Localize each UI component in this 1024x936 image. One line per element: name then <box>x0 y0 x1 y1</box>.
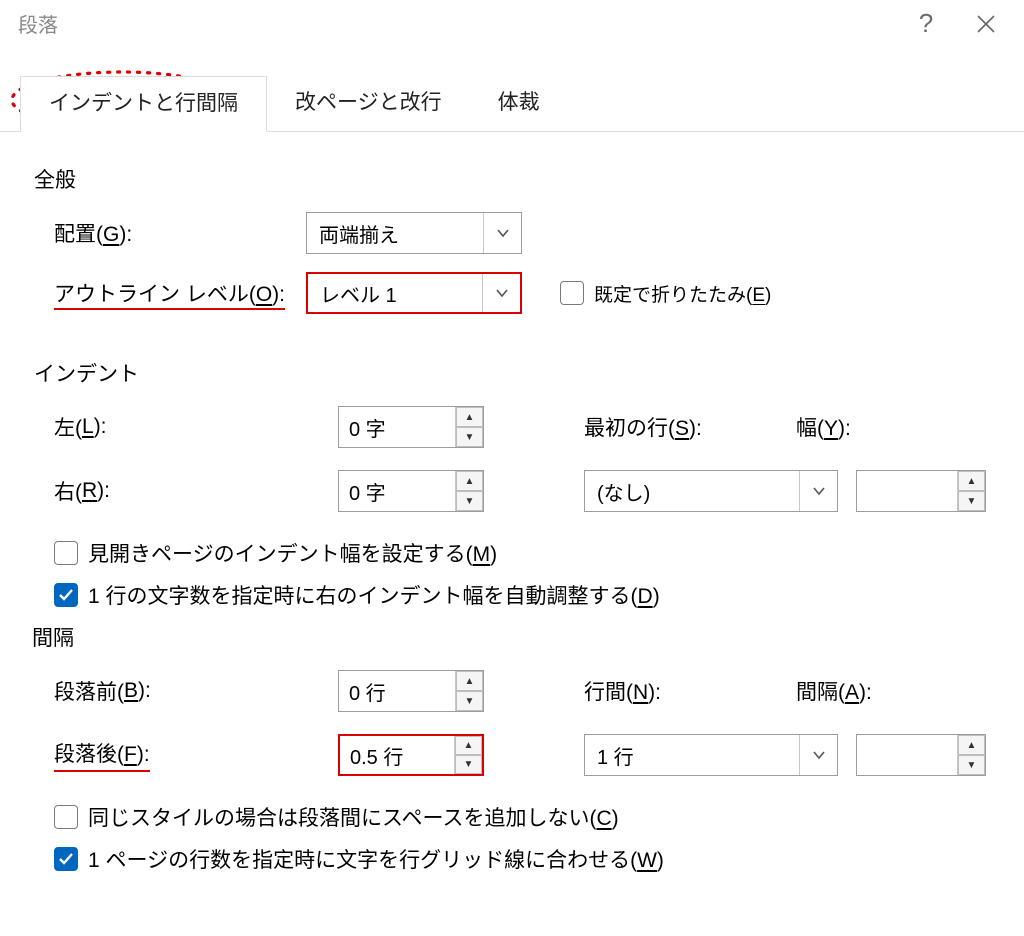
spin-up-icon[interactable]: ▲ <box>456 407 483 427</box>
spin-up-icon[interactable]: ▲ <box>958 735 985 755</box>
spacing-at-label: 間隔(A): <box>758 676 898 706</box>
tab-pagebreak[interactable]: 改ページと改行 <box>267 76 470 131</box>
indent-right-label: 右(R): <box>34 476 338 506</box>
space-after-spinner[interactable]: 0.5 行 ▲ ▼ <box>338 734 484 776</box>
spacing-at-spinner[interactable]: ▲ ▼ <box>856 734 986 776</box>
same-style-checkbox-wrap[interactable]: 同じスタイルの場合は段落間にスペースを追加しない(C) <box>34 802 990 832</box>
first-line-label: 最初の行(S): <box>498 412 758 442</box>
line-spacing-value: 1 行 <box>585 735 799 775</box>
spin-up-icon[interactable]: ▲ <box>455 736 482 755</box>
titlebar: 段落 ? <box>0 0 1024 48</box>
indent-left-label: 左(L): <box>34 412 338 442</box>
auto-indent-checkbox-wrap[interactable]: 1 行の文字数を指定時に右のインデント幅を自動調整する(D) <box>34 580 990 610</box>
mirror-indent-checkbox-wrap[interactable]: 見開きページのインデント幅を設定する(M) <box>34 538 990 568</box>
same-style-label: 同じスタイルの場合は段落間にスペースを追加しない(C) <box>88 802 619 832</box>
spin-up-icon[interactable]: ▲ <box>456 471 483 491</box>
auto-indent-label: 1 行の文字数を指定時に右のインデント幅を自動調整する(D) <box>88 580 660 610</box>
snap-grid-checkbox-wrap[interactable]: 1 ページの行数を指定時に文字を行グリッド線に合わせる(W) <box>34 844 990 874</box>
spin-up-icon[interactable]: ▲ <box>958 471 985 491</box>
spin-down-icon[interactable]: ▼ <box>456 427 483 447</box>
tabs: インデントと行間隔 改ページと改行 体裁 <box>0 48 1024 132</box>
spacing-at-value <box>857 735 957 775</box>
same-style-checkbox[interactable] <box>54 805 78 829</box>
indent-width-value <box>857 471 957 511</box>
space-after-label: 段落後(F): <box>34 738 338 772</box>
indent-left-spinner[interactable]: 0 字 ▲ ▼ <box>338 406 484 448</box>
outline-label: アウトライン レベル(O): <box>34 278 292 308</box>
auto-indent-checkbox[interactable] <box>54 583 78 607</box>
spin-down-icon[interactable]: ▼ <box>456 491 483 511</box>
spin-down-icon[interactable]: ▼ <box>455 755 482 774</box>
indent-left-value: 0 字 <box>339 407 455 447</box>
collapse-label: 既定で折りたたみ(E) <box>594 280 771 307</box>
chevron-down-icon <box>799 735 837 775</box>
outline-level-select[interactable]: レベル 1 <box>306 272 522 314</box>
tab-typography[interactable]: 体裁 <box>470 76 568 131</box>
indent-width-spinner[interactable]: ▲ ▼ <box>856 470 986 512</box>
spin-up-icon[interactable]: ▲ <box>456 671 483 691</box>
section-spacing: 間隔 <box>32 622 990 652</box>
close-button[interactable] <box>956 0 1016 48</box>
indent-right-value: 0 字 <box>339 471 455 511</box>
chevron-down-icon <box>483 213 521 253</box>
space-before-label: 段落前(B): <box>34 676 338 706</box>
dialog-content: 全般 配置(G): 両端揃え アウトライン レベル(O): レベル 1 既定で折… <box>0 132 1024 874</box>
alignment-select[interactable]: 両端揃え <box>306 212 522 254</box>
chevron-down-icon <box>482 274 520 312</box>
collapse-checkbox[interactable] <box>560 281 584 305</box>
collapse-checkbox-wrap[interactable]: 既定で折りたたみ(E) <box>560 280 771 307</box>
space-after-value: 0.5 行 <box>340 736 454 774</box>
section-general: 全般 <box>34 164 990 194</box>
outline-value: レベル 1 <box>308 274 482 312</box>
alignment-label: 配置(G): <box>34 218 292 248</box>
indent-width-label: 幅(Y): <box>758 412 868 442</box>
mirror-indent-checkbox[interactable] <box>54 541 78 565</box>
mirror-indent-label: 見開きページのインデント幅を設定する(M) <box>88 538 497 568</box>
spin-down-icon[interactable]: ▼ <box>958 491 985 511</box>
tab-indent-spacing[interactable]: インデントと行間隔 <box>20 76 267 132</box>
line-spacing-label: 行間(N): <box>498 676 758 706</box>
space-before-value: 0 行 <box>339 671 455 711</box>
window-title: 段落 <box>18 9 58 38</box>
indent-right-spinner[interactable]: 0 字 ▲ ▼ <box>338 470 484 512</box>
line-spacing-select[interactable]: 1 行 <box>584 734 838 776</box>
first-line-select[interactable]: (なし) <box>584 470 838 512</box>
section-indent: インデント <box>34 358 990 388</box>
snap-grid-checkbox[interactable] <box>54 847 78 871</box>
space-before-spinner[interactable]: 0 行 ▲ ▼ <box>338 670 484 712</box>
close-icon <box>976 14 996 34</box>
first-line-value: (なし) <box>585 471 799 511</box>
alignment-value: 両端揃え <box>307 213 483 253</box>
spin-down-icon[interactable]: ▼ <box>958 755 985 775</box>
chevron-down-icon <box>799 471 837 511</box>
snap-grid-label: 1 ページの行数を指定時に文字を行グリッド線に合わせる(W) <box>88 844 664 874</box>
help-button[interactable]: ? <box>896 0 956 48</box>
spin-down-icon[interactable]: ▼ <box>456 691 483 711</box>
